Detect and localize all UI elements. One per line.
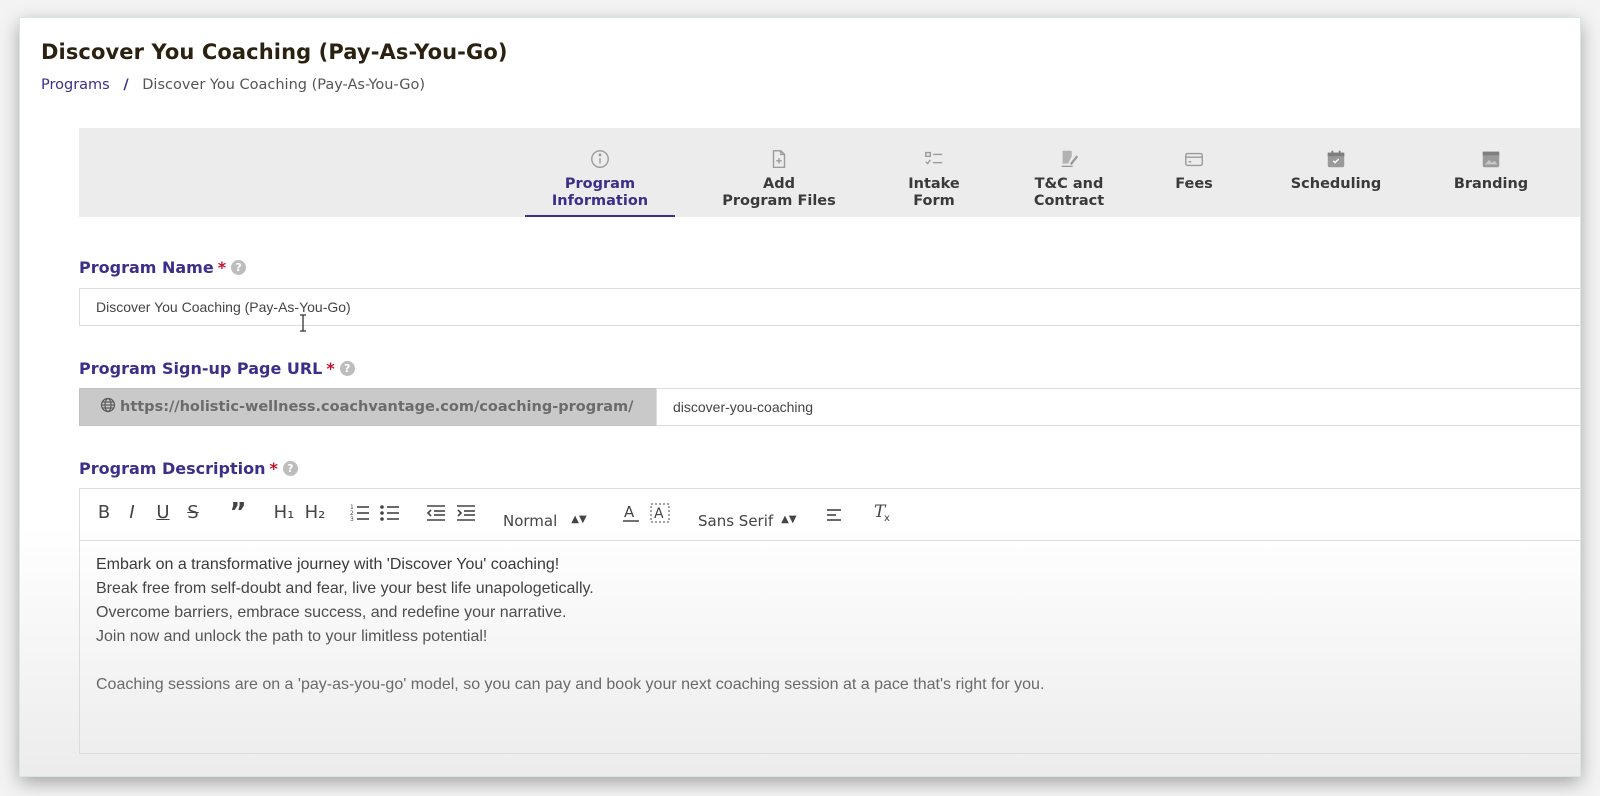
tab-label: Scheduling: [1290, 176, 1382, 192]
italic-button[interactable]: I: [124, 500, 140, 526]
description-line: Break free from self-doubt and fear, liv…: [96, 580, 594, 597]
breadcrumb-programs-link[interactable]: Programs: [41, 77, 110, 93]
tab-fees[interactable]: Fees: [1159, 128, 1229, 217]
tab-label-line2: Program Files: [722, 193, 836, 209]
strikethrough-button[interactable]: S: [184, 500, 202, 526]
description-line: Coaching sessions are on a 'pay-as-you-g…: [96, 676, 1045, 693]
tab-branding[interactable]: Branding: [1441, 128, 1541, 217]
tab-label-line1: Program: [564, 176, 636, 192]
help-icon[interactable]: ?: [339, 361, 355, 376]
url-prefix-text: https://holistic-wellness.coachvantage.c…: [120, 399, 634, 415]
clear-format-icon[interactable]: Tx: [872, 500, 894, 526]
tab-label-line2: Form: [913, 193, 955, 209]
signup-url-prefix: https://holistic-wellness.coachvantage.c…: [79, 388, 657, 426]
help-icon[interactable]: ?: [282, 461, 298, 476]
svg-text:A: A: [624, 503, 635, 521]
tab-label: Branding: [1453, 176, 1529, 192]
app-window: Discover You Coaching (Pay-As-You-Go) Pr…: [20, 18, 1580, 776]
signup-url-label: Program Sign-up Page URL *?: [79, 359, 355, 378]
breadcrumb-separator: /: [123, 77, 129, 93]
page-title: Discover You Coaching (Pay-As-You-Go): [41, 40, 508, 64]
breadcrumb: Programs / Discover You Coaching (Pay-As…: [41, 77, 425, 93]
tab-intake-form[interactable]: Intake Form: [889, 128, 979, 217]
select-caret-icon: ▲▼: [781, 514, 797, 525]
rich-text-editor[interactable]: B I U S ” H₁ H₂ 123 Normal ▲▼ A A Sans S…: [79, 488, 1580, 754]
background-color-icon[interactable]: A: [649, 500, 671, 526]
blockquote-button[interactable]: ”: [228, 500, 248, 526]
program-name-label: Program Name *?: [79, 258, 247, 277]
bullet-list-icon[interactable]: [379, 500, 401, 526]
file-add-icon: [709, 148, 849, 172]
tab-label-line1: T&C and: [1034, 176, 1104, 192]
breadcrumb-current: Discover You Coaching (Pay-As-You-Go): [142, 77, 425, 93]
tab-add-program-files[interactable]: Add Program Files: [709, 128, 849, 217]
heading2-button[interactable]: H₂: [302, 500, 328, 526]
bold-button[interactable]: B: [96, 500, 112, 526]
calendar-icon: [1276, 148, 1396, 172]
indent-icon[interactable]: [455, 500, 477, 526]
signup-url-label-text: Program Sign-up Page URL: [79, 359, 323, 378]
program-description-label-text: Program Description: [79, 459, 266, 478]
required-asterisk: *: [217, 258, 227, 277]
heading-select-value: Normal: [503, 512, 558, 530]
text-color-icon[interactable]: A: [620, 500, 642, 526]
editor-content[interactable]: Embark on a transformative journey with …: [96, 553, 1580, 697]
credit-card-icon: [1159, 148, 1229, 172]
align-icon[interactable]: [824, 500, 844, 526]
heading1-button[interactable]: H₁: [271, 500, 297, 526]
checklist-icon: [889, 148, 979, 172]
tab-scheduling[interactable]: Scheduling: [1276, 128, 1396, 217]
svg-text:3: 3: [350, 516, 354, 523]
outdent-icon[interactable]: [425, 500, 447, 526]
program-description-label: Program Description *?: [79, 459, 298, 478]
program-name-label-text: Program Name: [79, 258, 214, 277]
tab-label-line2: Contract: [1033, 193, 1105, 209]
select-caret-icon: ▲▼: [571, 514, 587, 525]
ordered-list-icon[interactable]: 123: [349, 500, 371, 526]
svg-text:A: A: [654, 506, 664, 522]
heading-select[interactable]: Normal ▲▼: [503, 507, 587, 533]
description-line: Embark on a transformative journey with …: [96, 556, 560, 573]
globe-icon: [100, 391, 116, 413]
description-line: Join now and unlock the path to your lim…: [96, 628, 488, 645]
program-tabs: Program Information Add Program Files In…: [79, 128, 1580, 217]
font-select-value: Sans Serif: [698, 512, 774, 530]
tab-label-line2: Information: [551, 193, 649, 209]
contract-sign-icon: [1014, 148, 1124, 172]
description-line: Overcome barriers, embrace success, and …: [96, 604, 567, 621]
underline-button[interactable]: U: [154, 500, 172, 526]
tab-label-line1: Intake: [908, 176, 960, 192]
required-asterisk: *: [269, 459, 278, 478]
required-asterisk: *: [326, 359, 335, 378]
help-icon[interactable]: ?: [231, 260, 247, 275]
tab-program-information[interactable]: Program Information: [525, 128, 675, 217]
svg-text:x: x: [884, 513, 890, 524]
info-circle-icon: [525, 148, 675, 172]
signup-url-slug-input[interactable]: discover-you-coaching: [656, 388, 1580, 426]
tab-tc-and-contract[interactable]: T&C and Contract: [1014, 128, 1124, 217]
tab-label: Fees: [1175, 176, 1213, 192]
editor-toolbar: B I U S ” H₁ H₂ 123 Normal ▲▼ A A Sans S…: [80, 489, 1580, 541]
tab-label-line1: Add: [763, 176, 795, 192]
branding-image-icon: [1441, 148, 1541, 172]
font-select[interactable]: Sans Serif ▲▼: [698, 507, 797, 533]
text-cursor-icon: [300, 314, 306, 332]
